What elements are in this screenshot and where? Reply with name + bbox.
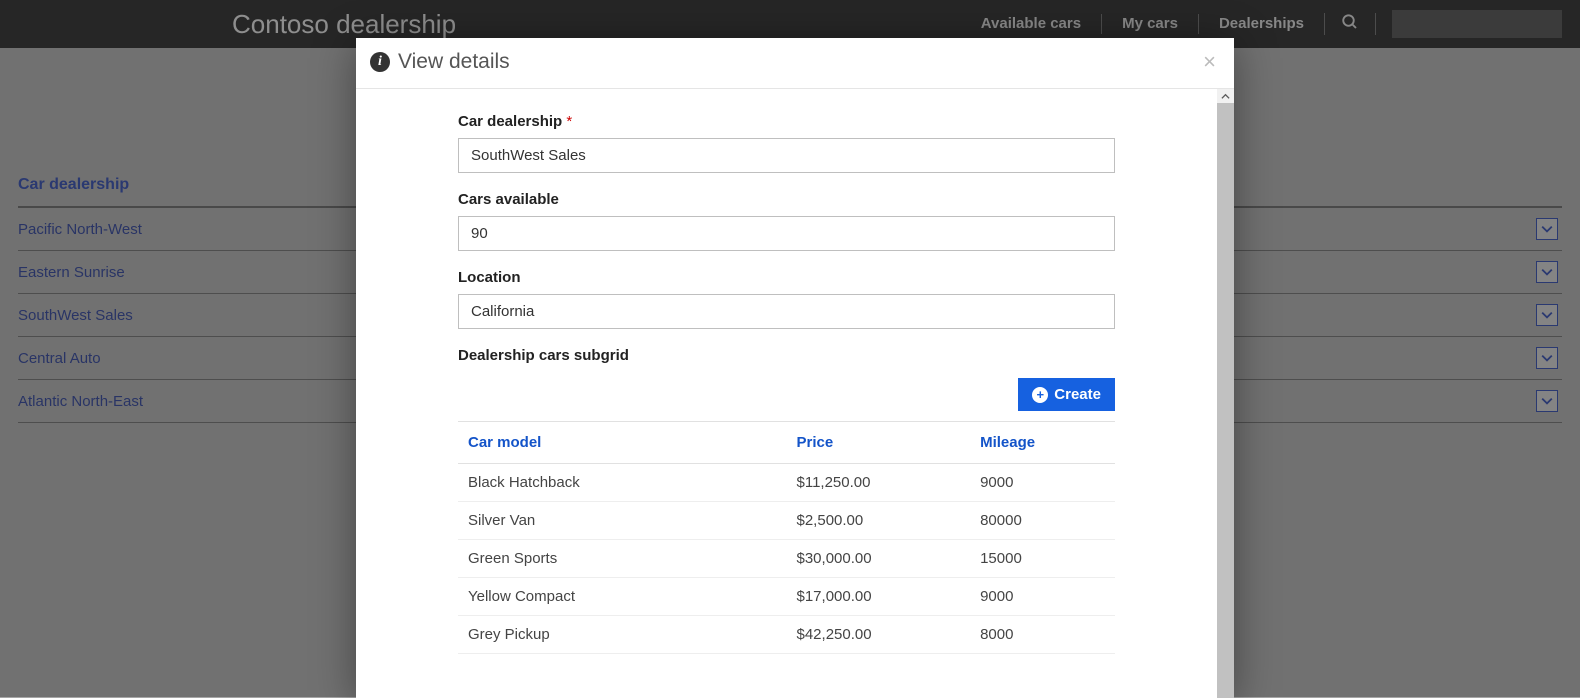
col-car-model[interactable]: Car model — [458, 422, 787, 464]
cell-price: $2,500.00 — [787, 502, 971, 540]
subgrid-title: Dealership cars subgrid — [458, 347, 1115, 364]
cell-model: Grey Pickup — [458, 616, 787, 654]
field-label: Cars available — [458, 191, 1115, 208]
modal-body: Car dealership * Cars available Location… — [356, 89, 1217, 698]
subgrid-row[interactable]: Black Hatchback $11,250.00 9000 — [458, 464, 1115, 502]
col-mileage[interactable]: Mileage — [970, 422, 1115, 464]
location-input[interactable] — [458, 294, 1115, 329]
field-dealership: Car dealership * — [458, 113, 1115, 173]
required-asterisk: * — [566, 113, 572, 130]
field-location: Location — [458, 269, 1115, 329]
modal-scrollbar[interactable] — [1217, 89, 1234, 698]
modal-title: View details — [398, 50, 510, 74]
cell-model: Silver Van — [458, 502, 787, 540]
info-icon: i — [370, 52, 390, 72]
cars-subgrid: Car model Price Mileage Black Hatchback … — [458, 421, 1115, 654]
col-price[interactable]: Price — [787, 422, 971, 464]
subgrid-row[interactable]: Grey Pickup $42,250.00 8000 — [458, 616, 1115, 654]
cars-available-input[interactable] — [458, 216, 1115, 251]
cell-mileage: 80000 — [970, 502, 1115, 540]
subgrid-row[interactable]: Yellow Compact $17,000.00 9000 — [458, 578, 1115, 616]
plus-icon: + — [1032, 387, 1048, 403]
dealership-input[interactable] — [458, 138, 1115, 173]
modal-header: i View details × — [356, 38, 1234, 89]
view-details-modal: i View details × Car dealership * Cars a… — [356, 38, 1234, 698]
cell-model: Yellow Compact — [458, 578, 787, 616]
cell-mileage: 15000 — [970, 540, 1115, 578]
cell-mileage: 8000 — [970, 616, 1115, 654]
cell-price: $42,250.00 — [787, 616, 971, 654]
cell-mileage: 9000 — [970, 578, 1115, 616]
cell-price: $11,250.00 — [787, 464, 971, 502]
field-cars-available: Cars available — [458, 191, 1115, 251]
field-label: Car dealership * — [458, 113, 1115, 130]
cell-price: $30,000.00 — [787, 540, 971, 578]
close-button[interactable]: × — [1203, 51, 1216, 73]
cell-model: Black Hatchback — [458, 464, 787, 502]
subgrid-row[interactable]: Green Sports $30,000.00 15000 — [458, 540, 1115, 578]
create-button[interactable]: + Create — [1018, 378, 1115, 411]
cell-price: $17,000.00 — [787, 578, 971, 616]
cell-mileage: 9000 — [970, 464, 1115, 502]
subgrid-row[interactable]: Silver Van $2,500.00 80000 — [458, 502, 1115, 540]
scroll-up-arrow-icon[interactable] — [1217, 89, 1234, 103]
scroll-thumb[interactable] — [1217, 103, 1234, 698]
field-label: Location — [458, 269, 1115, 286]
cell-model: Green Sports — [458, 540, 787, 578]
